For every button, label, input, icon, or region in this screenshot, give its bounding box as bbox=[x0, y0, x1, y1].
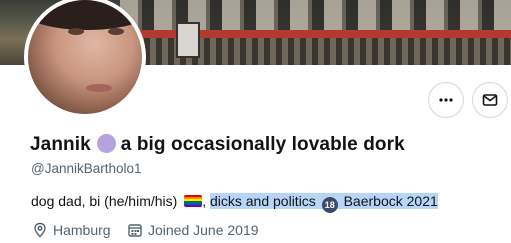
bio-text: dog dad, bi (he/him/his) bbox=[31, 193, 178, 209]
avatar-eye-right bbox=[108, 28, 124, 35]
more-horizontal-icon bbox=[439, 98, 453, 102]
banner-sign bbox=[176, 22, 200, 58]
display-name-first: Jannik bbox=[30, 134, 91, 155]
bio: dog dad, bi (he/him/his) , dicks and pol… bbox=[31, 193, 438, 213]
avatar-lips bbox=[86, 84, 112, 92]
user-handle: @JannikBartholo1 bbox=[31, 161, 142, 176]
purple-circle-emoji bbox=[96, 134, 116, 153]
rainbow-flag-icon bbox=[184, 195, 203, 207]
location-text: Hamburg bbox=[53, 222, 111, 238]
calendar-icon bbox=[128, 224, 142, 237]
display-name: Jannik a big occasionally lovable dork bbox=[30, 134, 405, 156]
display-name-rest: a big occasionally lovable dork bbox=[120, 134, 405, 155]
more-button[interactable] bbox=[428, 82, 464, 118]
message-button[interactable] bbox=[472, 82, 508, 118]
bio-comma: , bbox=[202, 193, 207, 209]
avatar-hair bbox=[28, 0, 142, 30]
location: Hamburg bbox=[32, 222, 111, 238]
join-date-text: Joined June 2019 bbox=[148, 222, 259, 238]
location-pin-icon bbox=[34, 222, 46, 238]
avatar[interactable] bbox=[24, 0, 146, 118]
envelope-icon bbox=[482, 94, 498, 106]
bio-highlight-text-1: dicks and politics bbox=[209, 193, 316, 209]
bio-highlight: dicks and politics 18 Baerbock 2021 bbox=[209, 193, 438, 213]
avatar-eye-left bbox=[68, 28, 84, 35]
age-18-badge-icon: 18 bbox=[321, 197, 338, 213]
join-date: Joined June 2019 bbox=[127, 222, 259, 238]
bio-highlight-text-2: Baerbock 2021 bbox=[343, 193, 438, 209]
